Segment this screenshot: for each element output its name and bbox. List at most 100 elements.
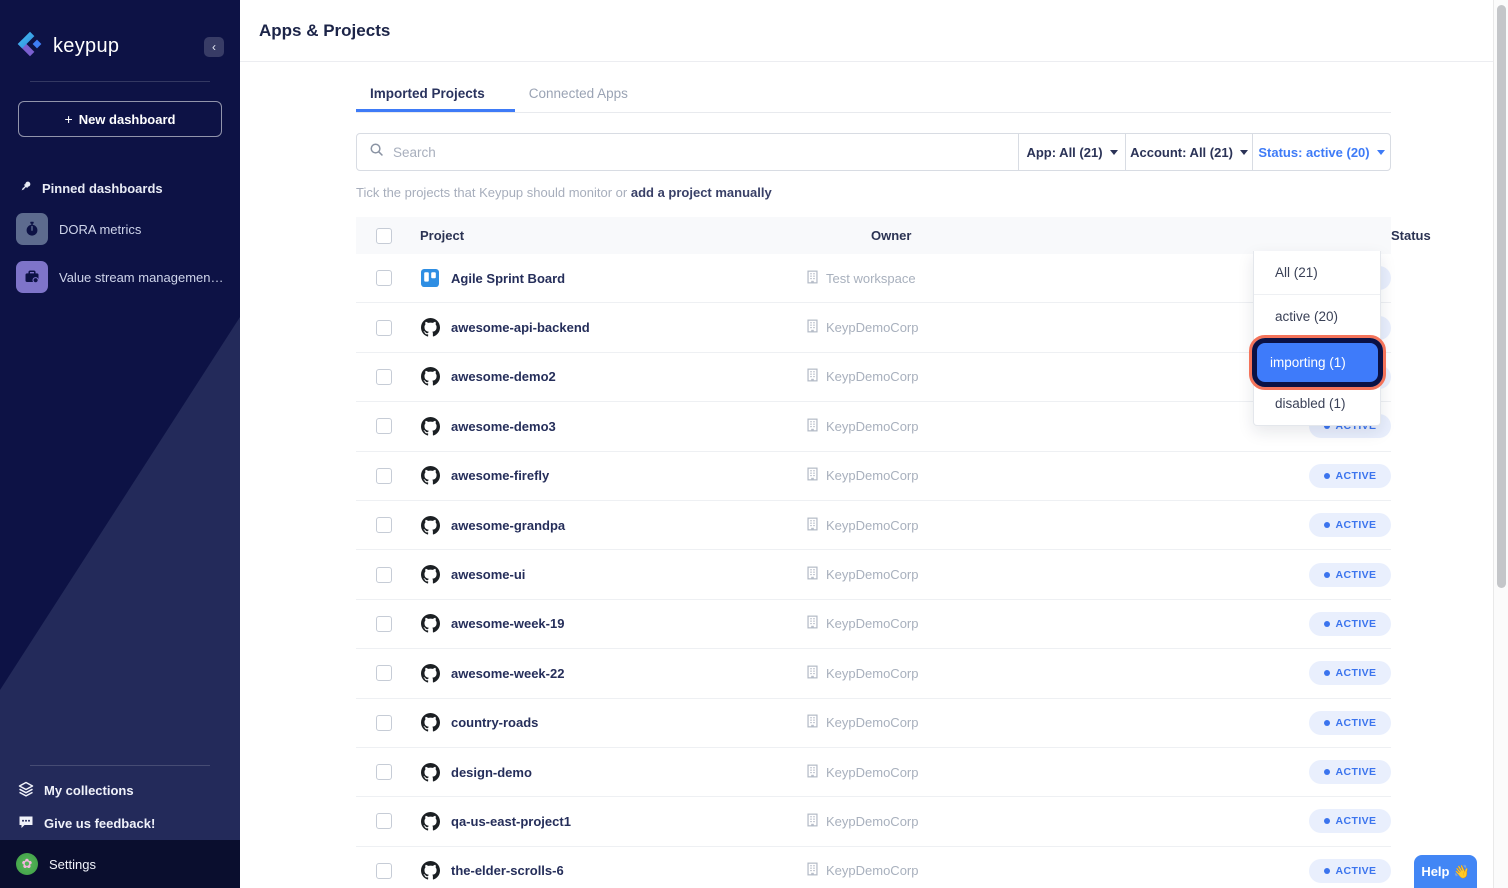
project-name-link[interactable]: awesome-grandpa: [451, 518, 565, 533]
pin-icon: [18, 179, 33, 197]
row-checkbox[interactable]: [376, 616, 392, 632]
owner-name: KeypDemoCorp: [826, 666, 919, 681]
github-icon: [420, 614, 440, 634]
project-name-link[interactable]: qa-us-east-project1: [451, 814, 571, 829]
status-badge: ACTIVE: [1309, 563, 1391, 587]
row-checkbox[interactable]: [376, 813, 392, 829]
owner-name: KeypDemoCorp: [826, 765, 919, 780]
dropdown-item-active[interactable]: active (20): [1254, 295, 1380, 339]
sidebar-item-label: Give us feedback!: [44, 816, 155, 831]
table-row: awesome-demo2 KeypDemoCorp ACTIVE: [356, 353, 1391, 402]
github-icon: [420, 416, 440, 436]
building-icon: [806, 566, 819, 583]
status-badge: ACTIVE: [1309, 760, 1391, 784]
building-icon: [806, 813, 819, 830]
status-dot-icon: [1324, 818, 1330, 824]
row-checkbox[interactable]: [376, 764, 392, 780]
sidebar-collapse-button[interactable]: ‹: [204, 37, 224, 57]
building-icon: [806, 517, 819, 534]
row-checkbox[interactable]: [376, 270, 392, 286]
annotation-highlight-ring: importing (1): [1249, 335, 1386, 390]
owner-name: KeypDemoCorp: [826, 616, 919, 631]
project-name-link[interactable]: country-roads: [451, 715, 538, 730]
owner-cell: KeypDemoCorp: [806, 368, 1326, 385]
tab-connected-apps[interactable]: Connected Apps: [515, 84, 642, 112]
github-icon: [420, 811, 440, 831]
project-name-link[interactable]: awesome-demo2: [451, 369, 556, 384]
status-filter-button[interactable]: Status: active (20): [1252, 133, 1391, 171]
sidebar-item-my-collections[interactable]: My collections: [0, 774, 240, 807]
row-checkbox[interactable]: [376, 665, 392, 681]
owner-name: KeypDemoCorp: [826, 468, 919, 483]
github-icon: [421, 713, 440, 732]
row-checkbox[interactable]: [376, 320, 392, 336]
owner-name: KeypDemoCorp: [826, 863, 919, 878]
owner-name: KeypDemoCorp: [826, 715, 919, 730]
select-all-checkbox[interactable]: [376, 228, 392, 244]
table-row: Agile Sprint Board Test workspace ACTIVE: [356, 254, 1391, 303]
project-name-link[interactable]: awesome-api-backend: [451, 320, 590, 335]
github-icon: [420, 318, 440, 338]
github-icon: [420, 762, 440, 782]
project-name-link[interactable]: awesome-week-19: [451, 616, 564, 631]
github-icon: [420, 663, 440, 683]
project-name-link[interactable]: Agile Sprint Board: [451, 271, 565, 286]
status-dot-icon: [1324, 572, 1330, 578]
hint-text: Tick the projects that Keypup should mon…: [356, 185, 1391, 200]
sidebar-item-label: DORA metrics: [59, 222, 141, 237]
plus-icon: +: [65, 111, 73, 127]
add-project-manually-link[interactable]: add a project manually: [631, 185, 772, 200]
dropdown-item-importing[interactable]: importing (1): [1252, 338, 1383, 387]
row-checkbox[interactable]: [376, 369, 392, 385]
projects-table: Project Owner Status Agile Sprint Board …: [356, 217, 1391, 888]
table-row: awesome-ui KeypDemoCorp ACTIVE: [356, 550, 1391, 599]
dropdown-item-all[interactable]: All (21): [1254, 251, 1380, 295]
scrollbar-thumb[interactable]: [1497, 5, 1506, 588]
sidebar-item-value-stream[interactable]: Value stream management -...: [16, 261, 240, 293]
sidebar-item-dora-metrics[interactable]: DORA metrics: [16, 213, 240, 245]
project-name-link[interactable]: the-elder-scrolls-6: [451, 863, 564, 878]
project-name-link[interactable]: awesome-demo3: [451, 419, 556, 434]
search-input[interactable]: [393, 145, 1018, 160]
sidebar-item-label: Value stream management -...: [59, 270, 224, 285]
row-checkbox[interactable]: [376, 863, 392, 879]
owner-cell: KeypDemoCorp: [806, 615, 1326, 632]
status-dot-icon: [1324, 868, 1330, 874]
status-badge: ACTIVE: [1309, 711, 1391, 735]
new-dashboard-button[interactable]: +New dashboard: [18, 101, 222, 137]
settings-button[interactable]: ✿ Settings: [0, 840, 240, 888]
row-checkbox[interactable]: [376, 715, 392, 731]
stopwatch-icon: [16, 213, 48, 245]
account-filter-button[interactable]: Account: All (21): [1125, 133, 1253, 171]
table-row: qa-us-east-project1 KeypDemoCorp ACTIVE: [356, 797, 1391, 846]
row-checkbox[interactable]: [376, 567, 392, 583]
help-button[interactable]: Help👋: [1414, 855, 1477, 888]
building-icon: [806, 418, 819, 435]
building-icon: [806, 714, 819, 731]
sidebar-item-feedback[interactable]: Give us feedback!: [0, 807, 240, 840]
layers-icon: [18, 781, 34, 800]
building-icon: [806, 764, 819, 781]
building-icon: [806, 270, 819, 287]
github-icon: [421, 367, 440, 386]
owner-cell: KeypDemoCorp: [806, 566, 1326, 583]
github-icon: [421, 763, 440, 782]
table-row: awesome-grandpa KeypDemoCorp ACTIVE: [356, 501, 1391, 550]
page-header: Apps & Projects: [240, 0, 1493, 62]
project-name-link[interactable]: design-demo: [451, 765, 532, 780]
tab-imported-projects[interactable]: Imported Projects: [356, 84, 515, 112]
pinned-dashboards-header: Pinned dashboards: [18, 179, 240, 197]
row-checkbox[interactable]: [376, 468, 392, 484]
scrollbar-track[interactable]: [1493, 0, 1508, 888]
row-checkbox[interactable]: [376, 418, 392, 434]
github-icon: [421, 417, 440, 436]
divider: [30, 765, 210, 766]
row-checkbox[interactable]: [376, 517, 392, 533]
building-icon: [806, 368, 819, 385]
project-name-link[interactable]: awesome-ui: [451, 567, 525, 582]
project-name-link[interactable]: awesome-firefly: [451, 468, 549, 483]
app-filter-button[interactable]: App: All (21): [1018, 133, 1126, 171]
brand-name: keypup: [53, 35, 119, 58]
caret-down-icon: [1240, 150, 1248, 155]
project-name-link[interactable]: awesome-week-22: [451, 666, 564, 681]
